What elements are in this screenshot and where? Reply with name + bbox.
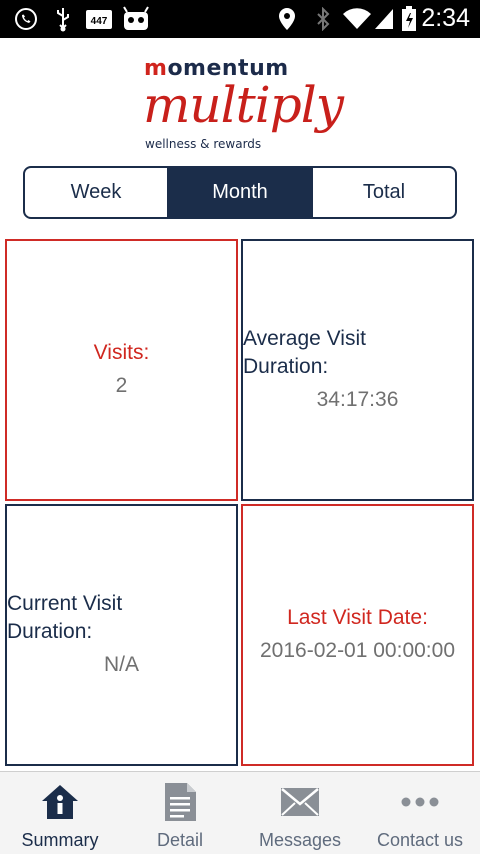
android-icon: [120, 6, 152, 32]
nav-contact-us-label: Contact us: [376, 830, 464, 850]
status-bar: 447 2:34: [0, 0, 480, 38]
average-visit-duration-label: Average Visit Duration:: [243, 327, 366, 378]
nav-messages-label: Messages: [258, 830, 342, 850]
house-info-icon: [40, 782, 80, 822]
document-icon: [163, 782, 197, 822]
signal-icon: [372, 6, 396, 32]
wifi-icon: [342, 6, 372, 32]
nav-summary-label: Summary: [21, 830, 99, 850]
usb-icon: [50, 6, 76, 32]
whatsapp-icon: [12, 6, 40, 32]
tab-week[interactable]: Week: [25, 168, 167, 217]
nav-messages[interactable]: Messages: [240, 772, 360, 854]
last-visit-date-label: Last Visit Date:: [287, 606, 428, 629]
last-visit-date-tile: Last Visit Date: 2016-02-01 00:00:00: [241, 504, 474, 766]
bottom-navigation: Summary Detail Messages Contact us: [0, 771, 480, 854]
envelope-icon: [280, 782, 320, 822]
last-visit-date-value: 2016-02-01 00:00:00: [260, 639, 455, 662]
multiply-script: multiply: [143, 76, 344, 134]
visits-label: Visits:: [93, 341, 150, 364]
current-visit-duration-value: N/A: [103, 653, 139, 676]
current-visit-duration-label: Current Visit Duration:: [7, 592, 123, 643]
location-icon: [276, 6, 298, 32]
tab-total[interactable]: Total: [311, 168, 455, 217]
visits-tile: Visits: 2: [5, 239, 238, 501]
nav-detail[interactable]: Detail: [120, 772, 240, 854]
nav-detail-label: Detail: [156, 830, 204, 850]
bluetooth-icon: [312, 6, 334, 32]
notification-447-icon: 447: [84, 6, 114, 32]
period-selector: Week Month Total: [23, 166, 457, 219]
clock: 2:34: [421, 4, 470, 32]
nav-summary[interactable]: Summary: [0, 772, 120, 854]
average-visit-duration-value: 34:17:36: [316, 388, 399, 411]
tab-month[interactable]: Month: [167, 168, 311, 217]
more-dots-icon: [400, 782, 440, 822]
svg-text:447: 447: [91, 16, 108, 27]
momentum-multiply-logo: momentum multiply wellness & rewards: [0, 38, 480, 158]
nav-contact-us[interactable]: Contact us: [360, 772, 480, 854]
battery-icon: [400, 6, 418, 32]
average-visit-duration-tile: Average Visit Duration: 34:17:36: [241, 239, 474, 501]
logo-tagline: wellness & rewards: [145, 137, 262, 151]
current-visit-duration-tile: Current Visit Duration: N/A: [5, 504, 238, 766]
visits-value: 2: [115, 374, 128, 397]
